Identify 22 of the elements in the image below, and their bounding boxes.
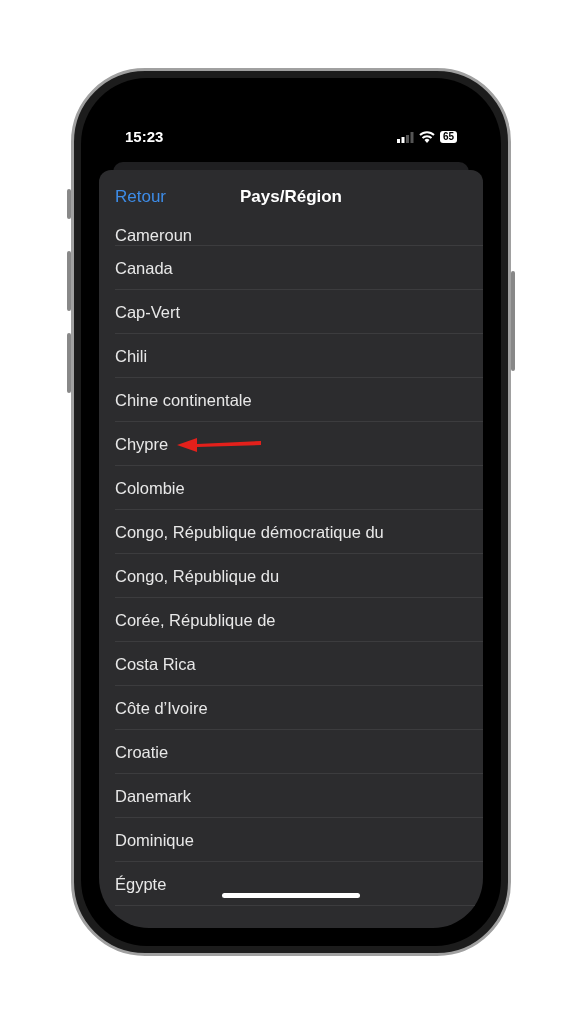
country-item[interactable]: Corée, République de xyxy=(115,609,276,630)
country-item[interactable]: Congo, République du xyxy=(115,565,280,586)
status-time: 15:23 xyxy=(125,126,164,147)
nav-title: Pays/Région xyxy=(239,186,342,209)
back-button[interactable]: Retour xyxy=(115,184,167,210)
country-item[interactable]: Colombie xyxy=(115,477,185,498)
country-item[interactable]: Chypre xyxy=(115,433,169,454)
country-item[interactable]: Chine continentale xyxy=(115,389,252,410)
country-item[interactable]: Danemark xyxy=(115,785,192,806)
country-item[interactable]: Cameroun xyxy=(115,224,193,245)
battery-level: 65 xyxy=(439,131,457,143)
country-item[interactable]: Égypte xyxy=(115,873,167,894)
country-item[interactable]: Canada xyxy=(115,257,173,278)
country-item[interactable]: Costa Rica xyxy=(115,653,196,674)
country-item[interactable]: Chili xyxy=(115,345,148,366)
country-item[interactable]: Croatie xyxy=(115,741,169,762)
wifi-icon xyxy=(418,131,435,143)
signal-icon xyxy=(396,131,414,143)
country-item[interactable]: Côte d’Ivoire xyxy=(115,697,208,718)
country-item[interactable]: Congo, République démocratique du xyxy=(115,521,384,542)
country-item[interactable]: Cap-Vert xyxy=(115,301,181,322)
country-item[interactable]: Dominique xyxy=(115,829,194,850)
